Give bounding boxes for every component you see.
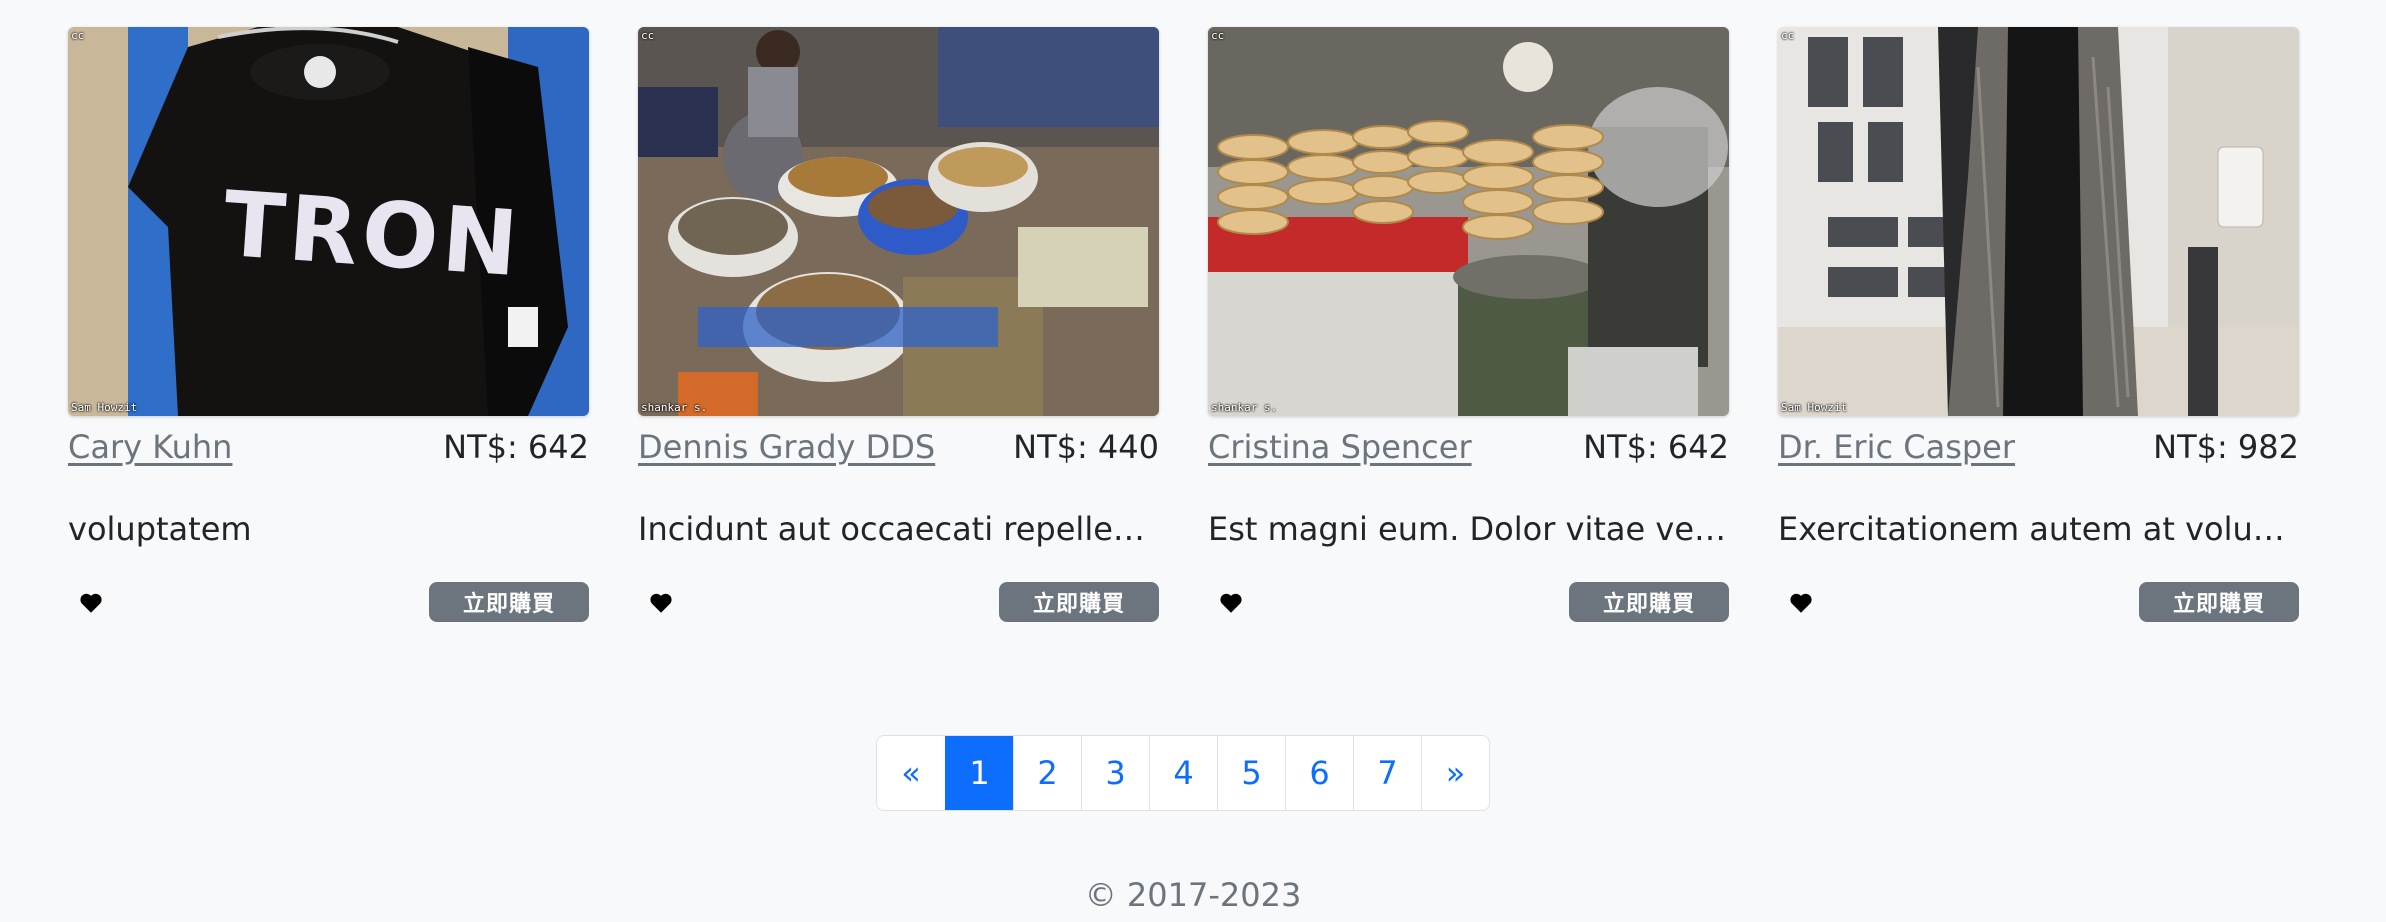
price: NT$: 982 [2153,428,2299,466]
product-image[interactable]: cc shankar s. [1208,27,1729,416]
product-card: cc shankar s. Dennis Grady DDS NT$: 440 … [638,27,1159,624]
buy-now-button[interactable]: 立即購買 [429,582,589,622]
page-prev[interactable]: « [877,736,945,810]
product-card: cc Sam Howzit Dr. Eric Casper NT$: 982 E… [1778,27,2299,624]
page-7[interactable]: 7 [1353,736,1421,810]
seller-link[interactable]: Cary Kuhn [68,428,232,466]
cc-label: cc [1781,29,1795,42]
page-4[interactable]: 4 [1149,736,1217,810]
product-description: voluptatem [68,510,252,548]
heart-icon[interactable] [78,590,104,616]
cardigan-image [1778,27,2299,416]
heart-icon[interactable] [1218,590,1244,616]
pagination: « 1 2 3 4 5 6 7 » [876,735,1490,811]
product-card: TRON cc Sam Howzit Cary Kuhn NT$: 642 vo… [68,27,589,624]
page-2[interactable]: 2 [1013,736,1081,810]
product-image[interactable]: TRON cc Sam Howzit [68,27,589,416]
heart-icon[interactable] [648,590,674,616]
price: NT$: 642 [443,428,589,466]
seller-link[interactable]: Dr. Eric Casper [1778,428,2015,466]
page-1[interactable]: 1 [945,736,1013,810]
product-card: cc shankar s. Cristina Spencer NT$: 642 … [1208,27,1729,624]
product-image[interactable]: cc shankar s. [638,27,1159,416]
product-image[interactable]: cc Sam Howzit [1778,27,2299,416]
cc-label: cc [641,29,655,42]
product-grid: TRON cc Sam Howzit Cary Kuhn NT$: 642 vo… [0,0,2386,640]
price: NT$: 642 [1583,428,1729,466]
buy-now-button[interactable]: 立即購買 [1569,582,1729,622]
bread-image [1208,27,1729,416]
cc-label: cc [71,29,85,42]
product-description: Incidunt aut occaecati repellendus ... [638,510,1159,548]
seller-link[interactable]: Cristina Spencer [1208,428,1472,466]
footer-copyright: © 2017-2023 [1084,876,1302,914]
photo-credit: Sam Howzit [71,401,138,414]
page-5[interactable]: 5 [1217,736,1285,810]
heart-icon[interactable] [1788,590,1814,616]
photo-credit: shankar s. [641,401,708,414]
price: NT$: 440 [1013,428,1159,466]
photo-credit: Sam Howzit [1781,401,1848,414]
page-next[interactable]: » [1421,736,1489,810]
market-image [638,27,1159,416]
svg-text:TRON: TRON [220,172,525,298]
product-description: Exercitationem autem at voluptatem ... [1778,510,2299,548]
seller-link[interactable]: Dennis Grady DDS [638,428,935,466]
buy-now-button[interactable]: 立即購買 [2139,582,2299,622]
page-3[interactable]: 3 [1081,736,1149,810]
tron-shirt-image: TRON [68,27,589,416]
cc-label: cc [1211,29,1225,42]
photo-credit: shankar s. [1211,401,1278,414]
product-description: Est magni eum. Dolor vitae vero ... [1208,510,1729,548]
page-6[interactable]: 6 [1285,736,1353,810]
buy-now-button[interactable]: 立即購買 [999,582,1159,622]
